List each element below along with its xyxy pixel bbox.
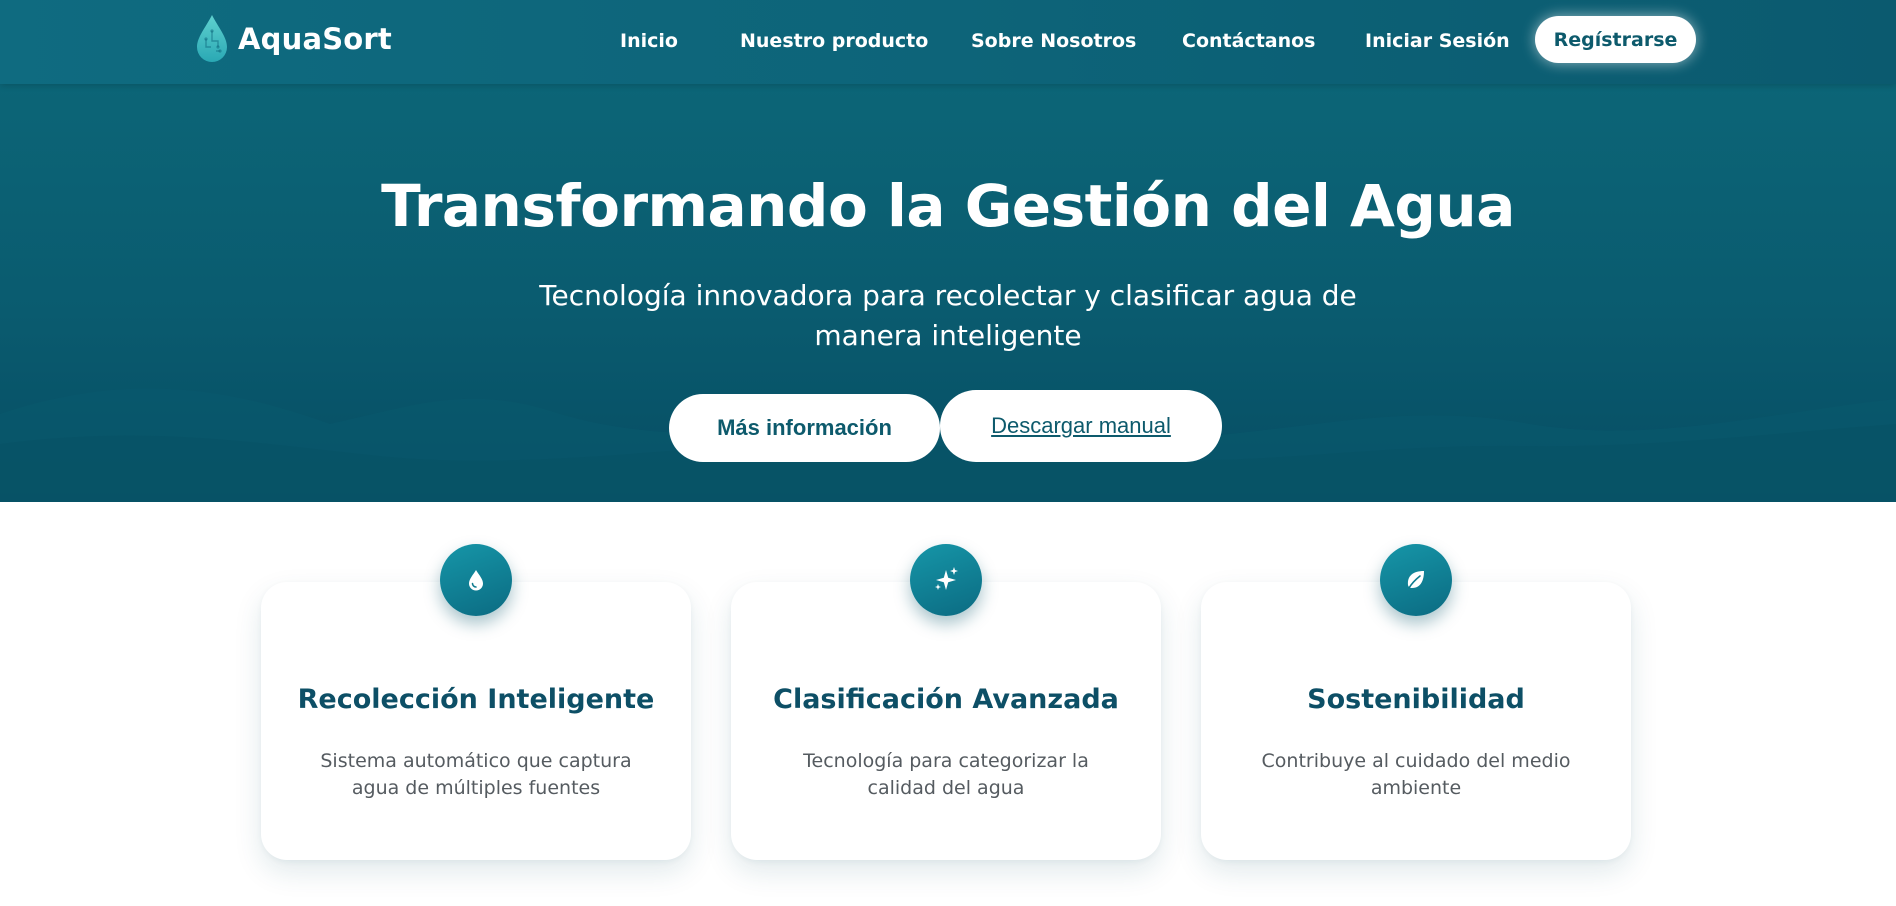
- feature-card-recoleccion: Recolección Inteligente Sistema automáti…: [261, 582, 691, 860]
- more-info-button[interactable]: Más información: [669, 394, 940, 462]
- feature-card-description: Contribuye al cuidado del medio ambiente: [1261, 750, 1571, 799]
- navbar: AquaSort Inicio Nuestro producto Sobre N…: [0, 0, 1896, 84]
- water-drop-icon: [469, 570, 483, 591]
- nav-link-contactanos[interactable]: Contáctanos: [1182, 27, 1315, 55]
- hero-section: Transformando la Gestión del Agua Tecnol…: [0, 84, 1896, 502]
- sparkles-icon: [935, 567, 958, 590]
- water-drop-circuit-icon: [197, 15, 227, 62]
- brand[interactable]: AquaSort: [194, 13, 392, 65]
- feature-icon-badge-1: [440, 544, 512, 616]
- download-manual-button[interactable]: Descargar manual: [940, 390, 1222, 462]
- nav-link-inicio[interactable]: Inicio: [620, 27, 678, 55]
- nav-link-nuestro-producto[interactable]: Nuestro producto: [740, 27, 928, 55]
- feature-card-description: Tecnología para categorizar la calidad d…: [803, 750, 1089, 799]
- register-button[interactable]: Regístrarse: [1535, 16, 1696, 63]
- leaf-icon: [1407, 571, 1424, 589]
- feature-icon-badge-2: [910, 544, 982, 616]
- feature-card-clasificacion: Clasificación Avanzada Tecnología para c…: [731, 582, 1161, 860]
- brand-name: AquaSort: [238, 22, 392, 56]
- hero-subtitle: Tecnología innovadora para recolectar y …: [539, 279, 1357, 352]
- hero-title: Transformando la Gestión del Agua: [381, 172, 1515, 240]
- feature-card-description: Sistema automático que captura agua de m…: [320, 750, 632, 799]
- nav-link-iniciar-sesion[interactable]: Iniciar Sesión: [1365, 27, 1510, 55]
- feature-icon-badge-3: [1380, 544, 1452, 616]
- feature-card-sostenibilidad: Sostenibilidad Contribuye al cuidado del…: [1201, 582, 1631, 860]
- feature-card-title: Recolección Inteligente: [297, 684, 655, 715]
- page: AquaSort Inicio Nuestro producto Sobre N…: [0, 0, 1896, 906]
- feature-card-title: Sostenibilidad: [1307, 684, 1525, 715]
- nav-link-sobre-nosotros[interactable]: Sobre Nosotros: [971, 27, 1136, 55]
- feature-card-title: Clasificación Avanzada: [773, 684, 1119, 715]
